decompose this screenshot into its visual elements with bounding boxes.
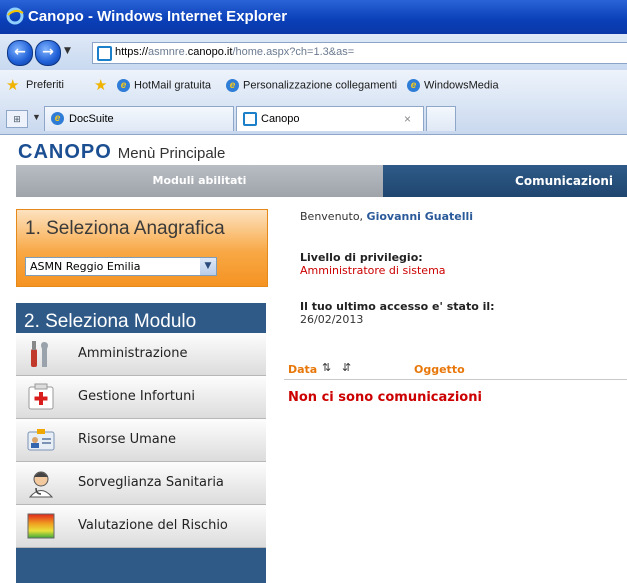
tab-docsuite[interactable]: e DocSuite bbox=[44, 106, 234, 131]
module-label: Gestione Infortuni bbox=[78, 389, 196, 404]
canopo-logo: CANOPO bbox=[18, 141, 112, 163]
brand-header: CANOPO Menù Principale bbox=[18, 141, 225, 164]
app-content: CANOPO Menù Principale Moduli abilitati C… bbox=[0, 135, 627, 583]
module-gestione-infortuni[interactable]: Gestione Infortuni bbox=[16, 376, 266, 419]
privilege-value: Amministratore di sistema bbox=[300, 264, 446, 277]
ie-page-icon: e bbox=[51, 112, 64, 125]
sort-descending-icon[interactable]: ⇵ bbox=[342, 361, 351, 374]
ie-page-icon: e bbox=[407, 79, 420, 92]
modulo-title: 2. Seleziona Modulo bbox=[24, 311, 197, 332]
last-access-block: Il tuo ultimo accesso e' stato il: 26/02… bbox=[300, 300, 495, 326]
doctor-icon bbox=[28, 471, 54, 498]
forward-button[interactable]: → bbox=[35, 40, 61, 66]
module-label: Valutazione del Rischio bbox=[78, 518, 228, 533]
address-field[interactable]: https://asmnre.canopo.it/home.aspx?ch=1.… bbox=[92, 42, 627, 64]
module-label: Risorse Umane bbox=[78, 432, 177, 447]
module-amministrazione[interactable]: Amministrazione bbox=[16, 333, 266, 376]
ie-page-icon: e bbox=[226, 79, 239, 92]
back-button[interactable]: ← bbox=[7, 40, 33, 66]
tab-canopo[interactable]: Canopo × bbox=[236, 106, 424, 131]
privilege-block: Livello di privilegio: Amministratore di… bbox=[300, 251, 446, 277]
column-data[interactable]: Data bbox=[288, 363, 317, 376]
page-subtitle: Menù Principale bbox=[117, 145, 226, 162]
address-toolbar: ← → ▼ https://asmnre.canopo.it/home.aspx… bbox=[0, 34, 627, 70]
anagrafica-title: 1. Seleziona Anagrafica bbox=[25, 218, 225, 239]
fav-link-personalizzazione[interactable]: e Personalizzazione collegamenti bbox=[226, 79, 397, 92]
sort-ascending-icon[interactable]: ⇅ bbox=[322, 361, 331, 374]
window-title: Canopo - Windows Internet Explorer bbox=[28, 8, 288, 25]
back-arrow-icon: ← bbox=[14, 44, 26, 60]
site-favicon-icon bbox=[97, 46, 112, 61]
anagrafica-panel: 1. Seleziona Anagrafica ASMN Reggio Emil… bbox=[16, 209, 268, 287]
anagrafica-select[interactable]: ASMN Reggio Emilia ▼ bbox=[25, 257, 217, 276]
user-name: Giovanni Guatelli bbox=[366, 210, 474, 223]
canopo-favicon-icon bbox=[243, 112, 257, 126]
history-dropdown-icon[interactable]: ▼ bbox=[64, 46, 71, 56]
module-label: Sorveglianza Sanitaria bbox=[78, 475, 224, 490]
window-titlebar: Canopo - Windows Internet Explorer bbox=[0, 0, 627, 34]
module-risorse-umane[interactable]: Risorse Umane bbox=[16, 419, 266, 462]
quick-tabs-icon[interactable]: ⊞ bbox=[6, 110, 28, 128]
tab-list-dropdown-icon[interactable]: ▼ bbox=[32, 112, 41, 122]
favorites-star-icon: ★ bbox=[6, 77, 20, 94]
column-oggetto[interactable]: Oggetto bbox=[414, 363, 465, 376]
communications-header: Data ⇅ ⇵ Oggetto bbox=[284, 357, 627, 380]
favorites-button[interactable]: ★ Preferiti bbox=[6, 77, 64, 94]
module-label: Amministrazione bbox=[78, 346, 188, 361]
close-tab-icon[interactable]: × bbox=[404, 112, 411, 126]
module-sorveglianza-sanitaria[interactable]: Sorveglianza Sanitaria bbox=[16, 462, 266, 505]
anagrafica-selected-value: ASMN Reggio Emilia bbox=[30, 260, 141, 273]
fav-link-windowsmedia[interactable]: e WindowsMedia bbox=[407, 79, 499, 92]
modulo-panel: 2. Seleziona Modulo Amministrazione Gest… bbox=[16, 303, 266, 583]
welcome-text: Benvenuto, Giovanni Guatelli bbox=[300, 210, 474, 223]
header-comunicazioni: Comunicazioni bbox=[383, 165, 627, 197]
first-aid-icon bbox=[28, 383, 54, 410]
header-strip: Moduli abilitati Comunicazioni bbox=[16, 165, 627, 197]
ie-page-icon: e bbox=[117, 79, 130, 92]
module-valutazione-rischio[interactable]: Valutazione del Rischio bbox=[16, 505, 266, 548]
last-access-label: Il tuo ultimo accesso e' stato il: bbox=[300, 300, 495, 313]
favorites-bar: ★ Preferiti ★ e HotMail gratuita e Persona… bbox=[0, 70, 627, 102]
last-access-value: 26/02/2013 bbox=[300, 313, 364, 326]
add-favorite-icon[interactable]: ★ bbox=[94, 76, 107, 94]
id-card-icon bbox=[27, 429, 55, 451]
header-moduli: Moduli abilitati bbox=[16, 165, 383, 197]
tools-icon bbox=[31, 341, 48, 367]
internet-explorer-icon bbox=[6, 7, 24, 25]
tab-bar: ⊞ ▼ e DocSuite Canopo × bbox=[0, 102, 627, 135]
fav-link-hotmail[interactable]: e HotMail gratuita bbox=[117, 79, 211, 92]
chevron-down-icon[interactable]: ▼ bbox=[200, 258, 216, 275]
no-communications-message: Non ci sono comunicazioni bbox=[288, 390, 482, 405]
forward-arrow-icon: → bbox=[42, 44, 54, 60]
privilege-label: Livello di privilegio: bbox=[300, 251, 423, 264]
address-url: https://asmnre.canopo.it/home.aspx?ch=1.… bbox=[115, 46, 355, 58]
new-tab-button[interactable] bbox=[426, 106, 456, 131]
risk-gradient-icon bbox=[27, 513, 55, 539]
